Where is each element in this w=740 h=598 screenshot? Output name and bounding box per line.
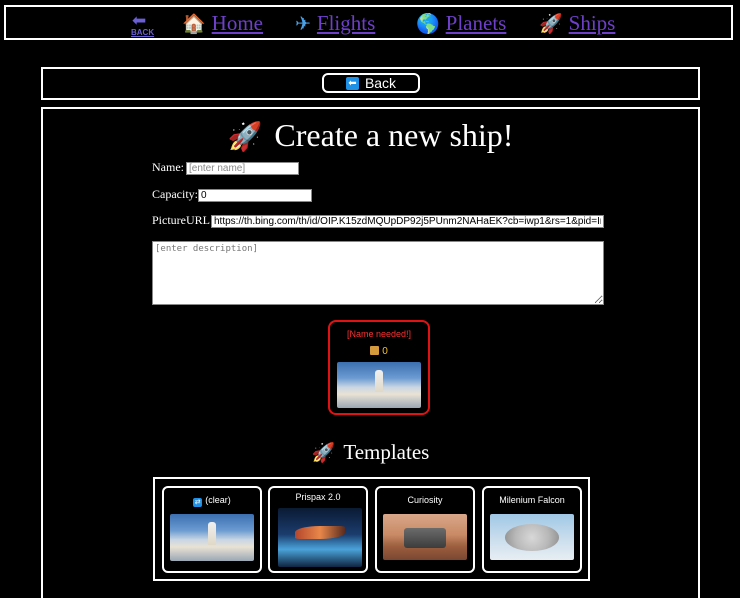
templates-heading-text: Templates [343, 440, 430, 464]
globe-icon: 🌎 [416, 13, 440, 35]
back-bar: ⬅ Back [41, 67, 700, 100]
back-arrow-icon: ⬅ [132, 11, 147, 31]
curiosity-rover-image [383, 514, 467, 560]
capacity-label: Capacity: [152, 187, 198, 201]
rocket-icon: 🚀 [539, 13, 563, 35]
name-label: Name: [152, 160, 184, 174]
page-title: 🚀 Create a new ship! [43, 117, 698, 154]
capacity-input[interactable] [198, 189, 312, 202]
nav-link-home-label: Home [211, 11, 263, 35]
package-icon [370, 346, 380, 355]
name-input[interactable] [186, 162, 299, 175]
picture-url-label: PictureURL: [152, 213, 214, 227]
template-name: Milenium Falcon [499, 495, 565, 505]
preview-capacity: 0 [330, 346, 428, 357]
top-navigation: ⬅ BACK 🏠 Home ✈ Flights 🌎 Planets 🚀 Ships [4, 5, 733, 40]
prispax-image [278, 508, 362, 567]
picture-url-input[interactable] [211, 215, 604, 228]
refresh-icon: ⇄ [193, 498, 203, 507]
nav-back-label: BACK [131, 28, 155, 37]
template-curiosity[interactable]: Curiosity [375, 486, 475, 573]
back-button[interactable]: ⬅ Back [322, 73, 420, 93]
millennium-falcon-image [490, 514, 574, 560]
template-millennium-falcon[interactable]: Milenium Falcon [482, 486, 582, 573]
nav-back-link[interactable]: ⬅ BACK [127, 11, 159, 38]
nav-link-flights[interactable]: ✈ Flights [295, 11, 375, 36]
airplane-icon: ✈ [295, 13, 311, 35]
back-button-label: Back [364, 75, 397, 91]
template-name: Prispax 2.0 [295, 492, 341, 502]
nav-link-home[interactable]: 🏠 Home [182, 11, 263, 36]
nav-link-ships[interactable]: 🚀 Ships [539, 11, 615, 36]
templates-heading: 🚀 Templates [43, 440, 698, 465]
house-icon: 🏠 [182, 13, 206, 35]
nav-link-ships-label: Ships [568, 11, 616, 35]
description-textarea[interactable] [152, 241, 604, 305]
rocket-icon: 🚀 [311, 442, 336, 464]
nav-link-planets[interactable]: 🌎 Planets [416, 11, 506, 36]
back-arrow-icon: ⬅ [345, 76, 359, 90]
nav-link-planets-label: Planets [445, 11, 507, 35]
rocket-icon: 🚀 [227, 120, 263, 153]
shuttle-launch-image [170, 514, 254, 561]
template-name: ⇄ (clear) [164, 495, 260, 507]
preview-capacity-value: 0 [382, 346, 388, 357]
ship-preview-card: [Name needed!] 0 [328, 320, 430, 415]
create-ship-panel: 🚀 Create a new ship! Name: Capacity: Pict… [41, 107, 700, 598]
shuttle-launch-image [337, 362, 421, 408]
preview-name: [Name needed!] [346, 329, 412, 339]
template-clear[interactable]: ⇄ (clear) [162, 486, 262, 573]
template-name: Curiosity [407, 495, 443, 505]
nav-link-flights-label: Flights [316, 11, 376, 35]
page-title-text: Create a new ship! [274, 117, 514, 153]
templates-list: ⇄ (clear) Prispax 2.0 Curiosity Milenium … [153, 477, 590, 581]
template-prispax[interactable]: Prispax 2.0 [268, 486, 368, 573]
template-name-text: (clear) [205, 495, 231, 505]
